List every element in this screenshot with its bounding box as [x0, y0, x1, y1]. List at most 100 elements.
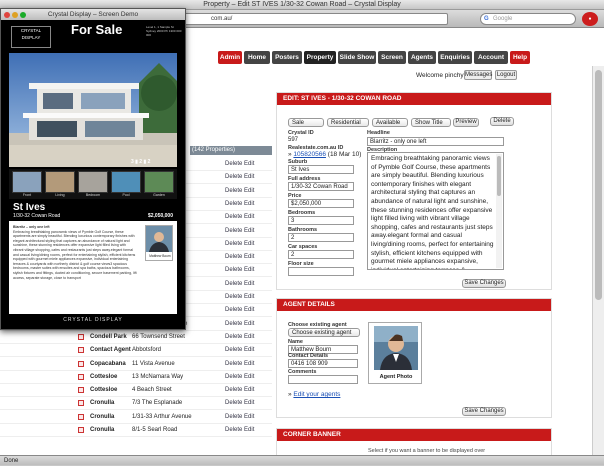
row-checkbox[interactable] — [78, 413, 84, 420]
textarea-scrollbar[interactable] — [496, 154, 502, 268]
suburb-field[interactable]: St Ives — [288, 165, 354, 174]
delete-link[interactable]: Delete — [225, 374, 242, 380]
delete-link[interactable]: Delete — [225, 334, 242, 340]
edit-link[interactable]: Edit — [244, 427, 254, 433]
edit-agents-link[interactable]: » Edit your agents — [288, 391, 340, 398]
edit-link[interactable]: Edit — [244, 188, 254, 194]
scroll-thumb[interactable] — [595, 70, 602, 300]
edit-link[interactable]: Edit — [244, 400, 254, 406]
delete-link[interactable]: Delete — [225, 228, 242, 234]
delete-link[interactable]: Delete — [225, 188, 242, 194]
title-select[interactable]: Show Title — [411, 118, 451, 127]
delete-link[interactable]: Delete — [225, 161, 242, 167]
page-scrollbar[interactable] — [592, 66, 604, 465]
delete-link[interactable]: Delete — [225, 361, 242, 367]
thumbnail[interactable] — [45, 171, 75, 193]
nav-home[interactable]: Home — [244, 51, 270, 64]
nav-screen[interactable]: Screen — [378, 51, 406, 64]
nav-enquiries[interactable]: Enquiries — [438, 51, 472, 64]
edit-link[interactable]: Edit — [244, 241, 254, 247]
delete-link[interactable]: Delete — [225, 174, 242, 180]
search-input[interactable]: G Google — [480, 13, 576, 25]
delete-link[interactable]: Delete — [225, 400, 242, 406]
zoom-icon[interactable] — [20, 12, 26, 18]
delete-link[interactable]: Delete — [225, 214, 242, 220]
price-field[interactable]: $2,050,000 — [288, 199, 354, 208]
thumbnail[interactable] — [78, 171, 108, 193]
edit-link[interactable]: Edit — [244, 294, 254, 300]
edit-link[interactable]: Edit — [244, 281, 254, 287]
edit-agents-text[interactable]: Edit your agents — [293, 391, 340, 398]
edit-link[interactable]: Edit — [244, 347, 254, 353]
preview-button[interactable]: Preview — [453, 118, 479, 127]
type-select[interactable]: Residential — [327, 118, 369, 127]
bathrooms-field[interactable]: 2 — [288, 233, 354, 242]
edit-link[interactable]: Edit — [244, 321, 254, 327]
row-checkbox[interactable] — [78, 347, 84, 354]
delete-link[interactable]: Delete — [225, 307, 242, 313]
row-checkbox[interactable] — [78, 427, 84, 433]
rea-id-link[interactable]: » 105820566 (18 Mar 10) — [288, 151, 361, 158]
nav-help[interactable]: Help — [510, 51, 530, 64]
floorsize-field[interactable] — [288, 267, 354, 276]
edit-link[interactable]: Edit — [244, 254, 254, 260]
delete-link[interactable]: Delete — [225, 201, 242, 207]
edit-link[interactable]: Edit — [244, 161, 254, 167]
edit-link[interactable]: Edit — [244, 201, 254, 207]
description-textarea[interactable]: Embracing breathtaking panoramic views o… — [367, 152, 504, 270]
row-checkbox[interactable] — [78, 333, 84, 340]
agent-contact-field[interactable]: 0416 108 909 — [288, 359, 358, 368]
delete-link[interactable]: Delete — [225, 347, 242, 353]
rea-id[interactable]: 105820566 — [293, 151, 326, 158]
edit-link[interactable]: Edit — [244, 387, 254, 393]
close-icon[interactable] — [4, 12, 10, 18]
thumbnail[interactable] — [12, 171, 42, 193]
messages-button[interactable]: Messages — [464, 70, 492, 80]
edit-link[interactable]: Edit — [244, 334, 254, 340]
row-checkbox[interactable] — [78, 400, 84, 407]
edit-link[interactable]: Edit — [244, 361, 254, 367]
edit-link[interactable]: Edit — [244, 374, 254, 380]
headline-field[interactable]: Blarritz - only one left — [367, 137, 504, 146]
agent-save-button[interactable]: Save Changes — [462, 407, 506, 416]
delete-link[interactable]: Delete — [225, 387, 242, 393]
demo-titlebar[interactable]: Crystal Display – Screen Demo — [1, 9, 185, 20]
delete-link[interactable]: Delete — [225, 294, 242, 300]
row-checkbox[interactable] — [78, 387, 84, 394]
save-changes-button[interactable]: Save Changes — [462, 279, 506, 288]
edit-link[interactable]: Edit — [244, 214, 254, 220]
delete-link[interactable]: Delete — [225, 267, 242, 273]
delete-link[interactable]: Delete — [225, 254, 242, 260]
nav-slide-show[interactable]: Slide Show — [338, 51, 376, 64]
status-select[interactable]: Available — [372, 118, 408, 127]
carspaces-field[interactable]: 2 — [288, 250, 354, 259]
edit-link[interactable]: Edit — [244, 267, 254, 273]
delete-link[interactable]: Delete — [225, 427, 242, 433]
sale-select[interactable]: Sale — [288, 118, 324, 127]
delete-button[interactable]: Delete — [490, 117, 514, 126]
nav-account[interactable]: Account — [474, 51, 508, 64]
delete-link[interactable]: Delete — [225, 281, 242, 287]
thumbnail[interactable] — [144, 171, 174, 193]
nav-admin[interactable]: Admin — [218, 51, 242, 64]
thumbnail[interactable] — [111, 171, 141, 193]
nav-property[interactable]: Property — [304, 51, 336, 64]
row-checkbox[interactable] — [78, 373, 84, 380]
delete-link[interactable]: Delete — [225, 414, 242, 420]
choose-agent-select[interactable]: Choose existing agent — [288, 328, 360, 337]
nav-posters[interactable]: Posters — [272, 51, 302, 64]
delete-link[interactable]: Delete — [225, 321, 242, 327]
edit-link[interactable]: Edit — [244, 228, 254, 234]
address-field[interactable]: 1/30-32 Cowan Road — [288, 182, 354, 191]
edit-link[interactable]: Edit — [244, 307, 254, 313]
minimize-icon[interactable] — [12, 12, 18, 18]
agent-comments-field[interactable] — [288, 375, 358, 384]
logout-button[interactable]: Logout — [495, 70, 517, 80]
delete-link[interactable]: Delete — [225, 241, 242, 247]
row-checkbox[interactable] — [78, 360, 84, 367]
edit-link[interactable]: Edit — [244, 174, 254, 180]
edit-link[interactable]: Edit — [244, 414, 254, 420]
bedrooms-field[interactable]: 3 — [288, 216, 354, 225]
nav-agents[interactable]: Agents — [408, 51, 436, 64]
address-bar[interactable]: com.au/ — [170, 13, 448, 25]
